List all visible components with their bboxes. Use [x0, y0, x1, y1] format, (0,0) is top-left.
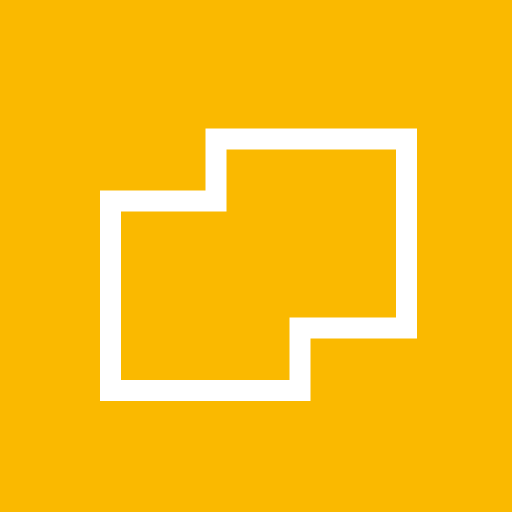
- app-icon-tile: [0, 0, 512, 512]
- stepped-outline-path: [100, 128, 417, 401]
- stepped-outline-shape-icon: [100, 128, 417, 401]
